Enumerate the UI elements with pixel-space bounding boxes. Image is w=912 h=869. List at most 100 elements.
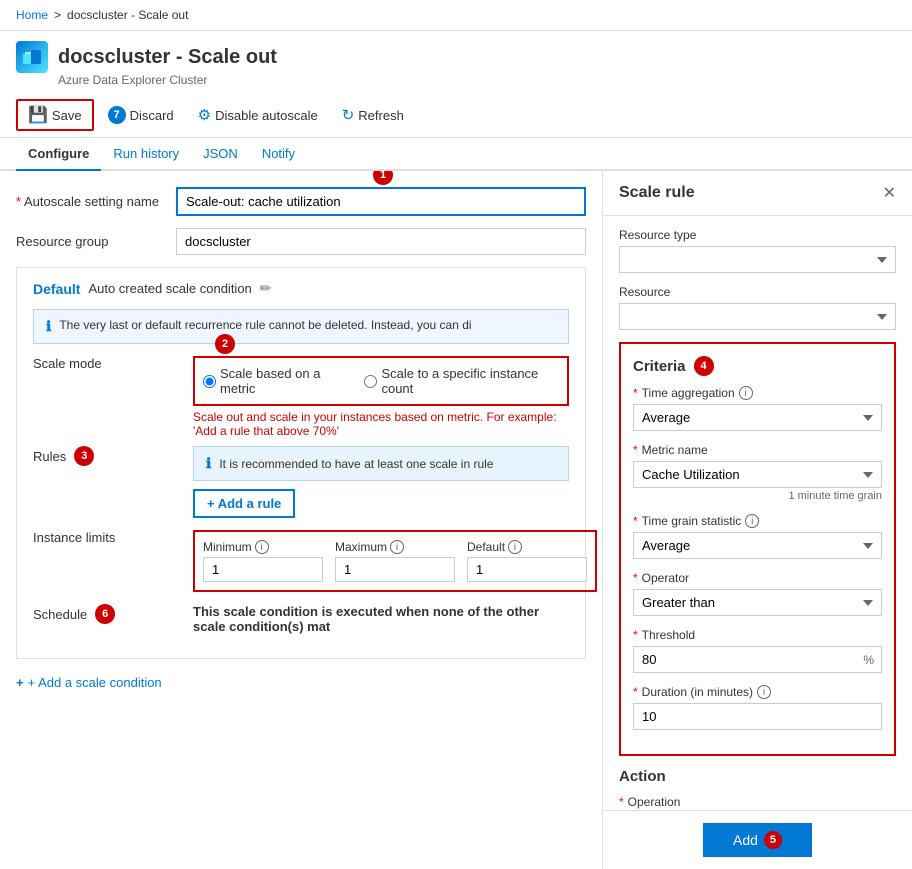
resource-label: Resource: [619, 285, 896, 299]
close-button[interactable]: ✕: [883, 183, 896, 203]
instance-limits-row: Instance limits Minimum i Maximum i: [33, 530, 569, 592]
page-header: docscluster - Scale out Azure Data Explo…: [0, 31, 912, 93]
resource-type-select[interactable]: [619, 246, 896, 273]
save-button[interactable]: 💾 Save: [16, 99, 94, 131]
autoscale-name-row: * Autoscale setting name 1: [16, 187, 586, 216]
right-panel-footer: Add 5: [603, 810, 912, 869]
default-group: Default i: [467, 540, 587, 582]
time-aggregation-field: * Time aggregation i Average: [633, 386, 882, 431]
duration-tooltip: i: [757, 685, 771, 699]
autoscale-name-label: * Autoscale setting name: [16, 194, 176, 209]
add-condition-label: + Add a scale condition: [28, 675, 162, 690]
default-input[interactable]: [467, 557, 587, 582]
tab-configure[interactable]: Configure: [16, 138, 101, 171]
delete-warning-text: The very last or default recurrence rule…: [59, 318, 471, 332]
azure-icon: [16, 41, 48, 73]
scale-mode-label: Scale mode: [33, 356, 193, 371]
schedule-text: This scale condition is executed when no…: [193, 604, 539, 634]
metric-time-grain-hint: 1 minute time grain: [633, 490, 882, 502]
info-icon-warning: ℹ: [46, 318, 51, 335]
operation-field: * Operation Increase count by: [619, 795, 896, 810]
rules-label: Rules: [33, 449, 66, 464]
page-title: docscluster - Scale out: [58, 46, 277, 69]
operation-label: * Operation: [619, 795, 896, 809]
rules-info-text: It is recommended to have at least one s…: [219, 457, 493, 471]
autoscale-name-input[interactable]: [176, 187, 586, 216]
threshold-field: * Threshold %: [633, 628, 882, 673]
discard-label: Discard: [130, 108, 174, 123]
duration-input[interactable]: [633, 703, 882, 730]
action-section: Action * Operation Increase count by *: [619, 768, 896, 810]
threshold-input[interactable]: [633, 646, 882, 673]
operator-select[interactable]: Greater than: [633, 589, 882, 616]
edit-icon[interactable]: ✏: [260, 280, 272, 297]
min-tooltip: i: [255, 540, 269, 554]
min-input[interactable]: [203, 557, 323, 582]
threshold-label: * Threshold: [633, 628, 882, 642]
metric-name-select[interactable]: Cache Utilization: [633, 461, 882, 488]
schedule-label: Schedule: [33, 607, 87, 622]
time-grain-statistic-field: * Time grain statistic i Average: [633, 514, 882, 559]
time-aggregation-select[interactable]: Average: [633, 404, 882, 431]
max-tooltip: i: [390, 540, 404, 554]
refresh-icon: ↻: [342, 106, 355, 124]
min-group: Minimum i: [203, 540, 323, 582]
instance-limits-inputs: Minimum i Maximum i De: [193, 530, 597, 592]
disable-label: Disable autoscale: [215, 108, 318, 123]
delete-warning-bar: ℹ The very last or default recurrence ru…: [33, 309, 569, 344]
scale-condition-box: Default Auto created scale condition ✏ ℹ…: [16, 267, 586, 659]
resource-select[interactable]: [619, 303, 896, 330]
refresh-button[interactable]: ↻ Refresh: [332, 102, 414, 128]
disable-icon: ⚙: [198, 106, 211, 124]
breadcrumb-sep: >: [54, 8, 61, 22]
tab-run-history[interactable]: Run history: [101, 138, 191, 171]
add-button[interactable]: Add 5: [703, 823, 812, 857]
rules-info-box: ℹ It is recommended to have at least one…: [193, 446, 569, 481]
time-grain-statistic-label: * Time grain statistic i: [633, 514, 882, 528]
resource-group-input[interactable]: [176, 228, 586, 255]
tab-json[interactable]: JSON: [191, 138, 250, 171]
tabs: Configure Run history JSON Notify: [0, 138, 912, 171]
duration-field: * Duration (in minutes) i: [633, 685, 882, 730]
resource-field: Resource: [619, 285, 896, 330]
page-subtitle: Azure Data Explorer Cluster: [58, 73, 896, 87]
breadcrumb-home[interactable]: Home: [16, 8, 48, 22]
time-aggregation-label: * Time aggregation i: [633, 386, 882, 400]
operator-label: * Operator: [633, 571, 882, 585]
add-scale-condition-button[interactable]: + + Add a scale condition: [16, 675, 586, 690]
time-grain-tooltip: i: [745, 514, 759, 528]
default-label: Default i: [467, 540, 587, 554]
breadcrumb-current: docscluster - Scale out: [67, 8, 188, 22]
tab-notify[interactable]: Notify: [250, 138, 307, 171]
save-label: Save: [52, 108, 82, 123]
metric-name-label: * Metric name: [633, 443, 882, 457]
scale-condition-title: Default: [33, 281, 80, 297]
disable-autoscale-button[interactable]: ⚙ Disable autoscale: [188, 102, 328, 128]
max-group: Maximum i: [335, 540, 455, 582]
resource-type-field: Resource type: [619, 228, 896, 273]
default-tooltip: i: [508, 540, 522, 554]
action-title: Action: [619, 768, 896, 785]
step5-badge: 5: [764, 831, 782, 849]
radio-instance[interactable]: Scale to a specific instance count: [364, 366, 559, 396]
max-input[interactable]: [335, 557, 455, 582]
scale-mode-row: Scale mode 2 Scale based on a metric Sca…: [33, 356, 569, 438]
time-grain-statistic-select[interactable]: Average: [633, 532, 882, 559]
right-panel-body: Resource type Resource Criteria: [603, 216, 912, 810]
rules-row: Rules 3 ℹ It is recommended to have at l…: [33, 446, 569, 518]
instance-limits-label: Instance limits: [33, 530, 193, 545]
discard-button[interactable]: 7 Discard: [98, 102, 184, 128]
add-button-label: Add: [733, 832, 758, 848]
left-panel: * Autoscale setting name 1 Resource grou…: [0, 171, 602, 869]
step6-badge: 6: [95, 604, 115, 624]
threshold-unit: %: [863, 653, 874, 667]
add-rule-button[interactable]: + Add a rule: [193, 489, 295, 518]
scale-condition-subtitle: Auto created scale condition: [88, 281, 251, 296]
info-icon-rules: ℹ: [206, 455, 211, 472]
refresh-label: Refresh: [358, 108, 404, 123]
radio-metric[interactable]: Scale based on a metric: [203, 366, 348, 396]
right-panel: Scale rule ✕ Resource type Resource: [602, 171, 912, 869]
resource-type-label: Resource type: [619, 228, 896, 242]
threshold-input-wrapper: %: [633, 646, 882, 673]
scale-condition-header: Default Auto created scale condition ✏: [33, 280, 569, 297]
